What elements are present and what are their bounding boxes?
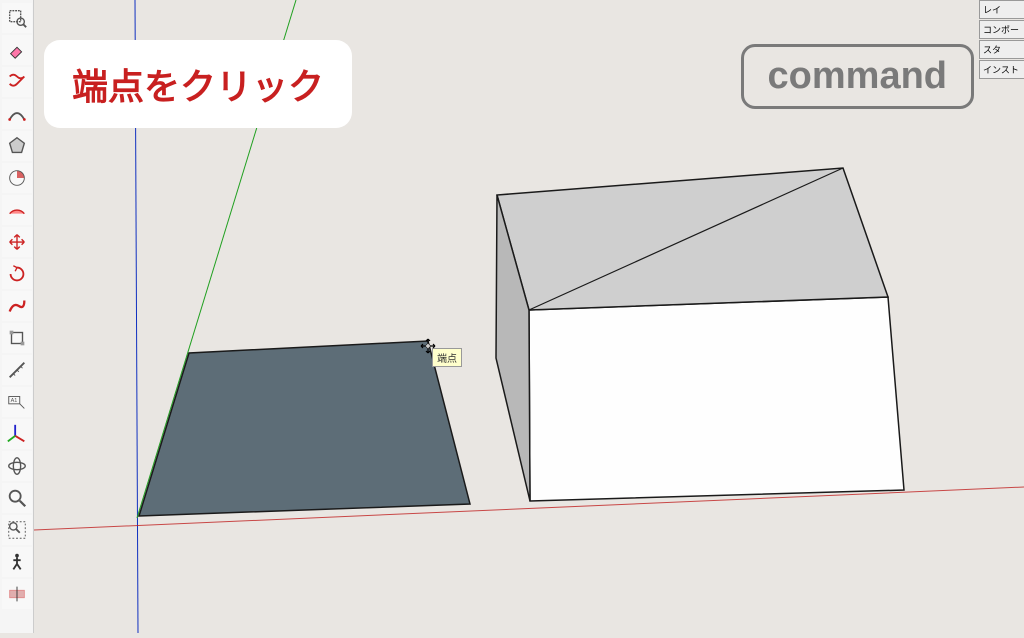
instruction-overlay: 端点をクリック [44,40,352,128]
rotate-icon[interactable] [2,259,32,289]
tape-measure-icon[interactable] [2,355,32,385]
move-icon[interactable] [2,227,32,257]
zoom-selection-icon[interactable] [2,3,32,33]
pie-arc-icon[interactable] [2,163,32,193]
scale-icon[interactable] [2,323,32,353]
zoom-extents-icon[interactable] [2,515,32,545]
toolbar: A1 [0,0,34,633]
panel-tab-components[interactable]: コンポー [979,20,1024,39]
freehand-icon[interactable] [2,67,32,97]
text-icon[interactable]: A1 [2,387,32,417]
walk-icon[interactable] [2,547,32,577]
eraser-icon[interactable] [2,35,32,65]
zoom-icon[interactable] [2,483,32,513]
section-plane-icon[interactable] [2,579,32,609]
polygon-icon[interactable] [2,131,32,161]
svg-text:A1: A1 [10,398,17,404]
panel-tabs: レイ コンポー スタ インスト [979,0,1024,80]
endpoint-tooltip: 端点 [432,348,462,367]
panel-tab-instructor[interactable]: インスト [979,60,1024,79]
axes-icon[interactable] [2,419,32,449]
flat-face[interactable] [139,341,470,516]
panel-tab-styles[interactable]: スタ [979,40,1024,59]
box-top-face[interactable] [497,168,888,310]
follow-me-icon[interactable] [2,291,32,321]
arc-icon[interactable] [2,99,32,129]
command-key-overlay: command [741,44,974,109]
two-point-arc-icon[interactable] [2,195,32,225]
panel-tab-layers[interactable]: レイ [979,0,1024,19]
move-cursor-icon [420,338,436,357]
box-front-face[interactable] [529,297,904,501]
orbit-icon[interactable] [2,451,32,481]
